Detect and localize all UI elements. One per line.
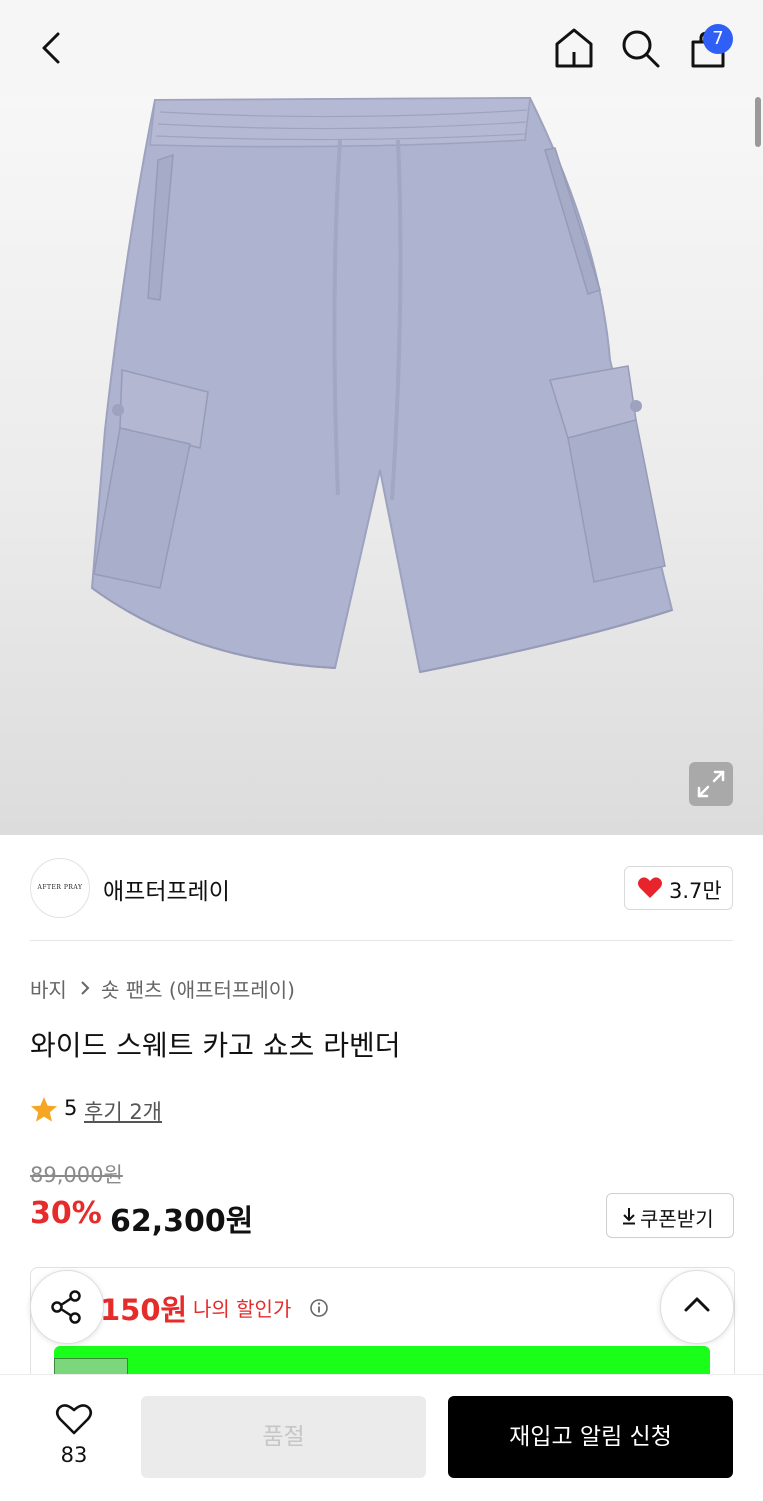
back-arrow-icon[interactable]	[36, 30, 68, 66]
my-price-label: 나의 할인가	[193, 1297, 292, 1321]
rating-value: 5	[64, 1096, 78, 1120]
soldout-button[interactable]: 품절	[141, 1396, 426, 1478]
wish-count: 83	[60, 1443, 88, 1467]
breadcrumb-category[interactable]: 바지	[30, 974, 67, 1003]
brand-logo[interactable]: AFTER PRAY	[30, 858, 90, 918]
cart-count-badge: 7	[703, 24, 733, 54]
my-price-amount: 150원	[100, 1293, 188, 1327]
zoom-button[interactable]	[689, 762, 733, 806]
cargo-shorts-illustration	[90, 97, 674, 674]
scroll-to-top-button[interactable]	[660, 1270, 734, 1344]
heart-filled-icon	[638, 877, 662, 898]
product-image[interactable]	[0, 97, 763, 835]
info-icon[interactable]	[309, 1298, 329, 1318]
expand-icon	[697, 770, 725, 798]
download-icon	[623, 1208, 635, 1225]
chevron-up-icon	[684, 1297, 710, 1312]
review-count-link[interactable]: 후기 2개	[84, 1096, 162, 1126]
sale-price: 62,300원	[110, 1204, 254, 1239]
divider	[30, 940, 733, 941]
coupon-label: 쿠폰받기	[640, 1207, 714, 1231]
search-icon[interactable]	[620, 28, 662, 70]
scrollbar[interactable]	[755, 97, 761, 147]
chevron-right-icon	[81, 981, 90, 995]
brand-name[interactable]: 애프터프레이	[103, 872, 230, 906]
share-icon	[51, 1290, 81, 1324]
top-navigation-bar: 7	[0, 0, 763, 97]
original-price: 89,000원	[30, 1163, 123, 1187]
heart-outline-icon[interactable]	[55, 1402, 93, 1436]
restock-alert-button[interactable]: 재입고 알림 신청	[448, 1396, 733, 1478]
share-button[interactable]	[30, 1270, 104, 1344]
discount-percent: 30%	[30, 1196, 102, 1231]
home-icon[interactable]	[553, 26, 595, 70]
coupon-download-button[interactable]: 쿠폰받기	[606, 1193, 734, 1238]
brand-like-count: 3.7만	[669, 879, 722, 903]
brand-like-button[interactable]: 3.7만	[624, 866, 733, 910]
star-icon	[31, 1097, 57, 1122]
product-title: 와이드 스웨트 카고 쇼츠 라벤더	[30, 1029, 401, 1062]
breadcrumb-subcategory[interactable]: 숏 팬츠 (애프터프레이)	[101, 974, 295, 1003]
